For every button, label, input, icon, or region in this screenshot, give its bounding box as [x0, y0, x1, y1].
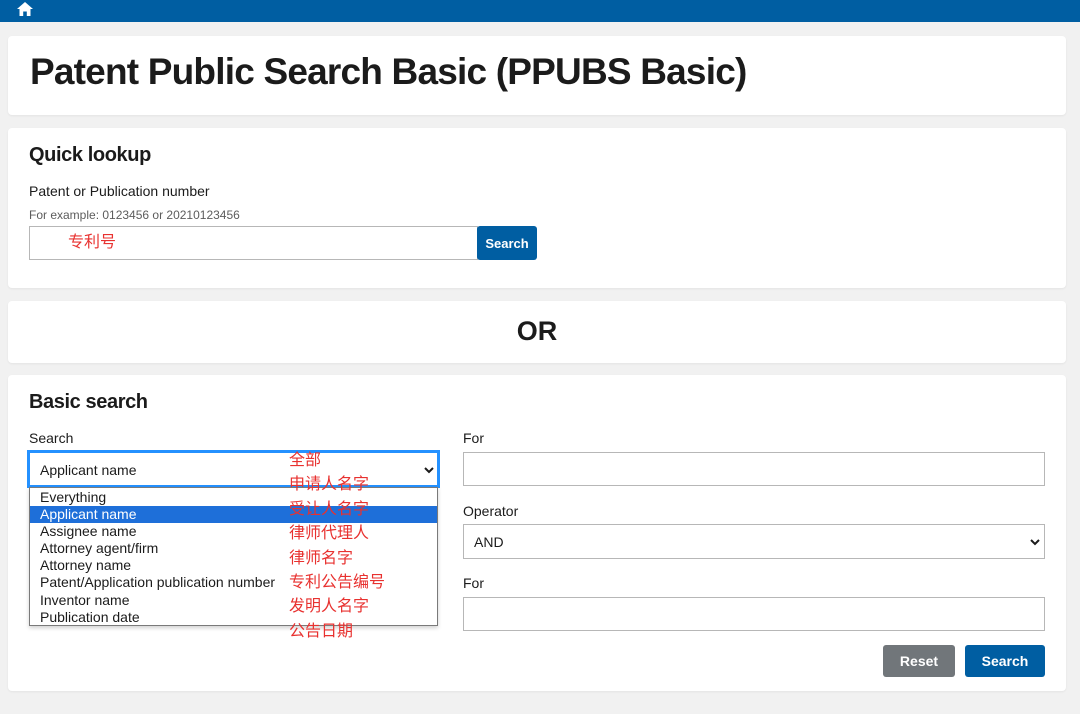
home-icon[interactable] — [17, 2, 33, 16]
annotation-attorney-agent-firm: 律师代理人 — [289, 525, 370, 543]
for-input-2[interactable] — [463, 597, 1045, 631]
quick-lookup-card: Quick lookup Patent or Publication numbe… — [8, 128, 1066, 288]
operator-value: AND — [474, 534, 504, 550]
title-card: Patent Public Search Basic (PPUBS Basic) — [8, 36, 1066, 115]
or-divider-text: OR — [516, 316, 558, 346]
operator-select[interactable]: AND — [463, 524, 1045, 559]
operator-label: Operator — [463, 503, 519, 519]
chevron-down-icon — [1030, 539, 1040, 546]
annotation-attorney-name: 律师名字 — [289, 549, 354, 567]
option-annotations: 全部 申请人名字 受让人名字 律师代理人 律师名字 专利公告编号 发明人名字 公… — [289, 449, 385, 644]
basic-search-button[interactable]: Search — [965, 645, 1045, 677]
patent-number-label: Patent or Publication number — [29, 183, 210, 199]
chevron-down-icon — [424, 467, 434, 474]
page-title: Patent Public Search Basic (PPUBS Basic) — [30, 51, 747, 92]
annotation-assignee-name: 受让人名字 — [289, 500, 370, 518]
patent-number-example: For example: 0123456 or 20210123456 — [29, 208, 240, 222]
for-label-1: For — [463, 430, 484, 446]
reset-button[interactable]: Reset — [883, 645, 955, 677]
basic-search-heading: Basic search — [29, 391, 148, 413]
quick-lookup-heading: Quick lookup — [29, 144, 151, 166]
for-label-2: For — [463, 575, 484, 591]
or-divider-card: OR — [8, 301, 1066, 363]
annotation-applicant-name: 申请人名字 — [289, 476, 370, 494]
search-field-value: Applicant name — [40, 462, 137, 478]
top-nav-bar — [0, 0, 1080, 22]
search-field-label: Search — [29, 430, 74, 446]
annotation-everything: 全部 — [289, 452, 322, 469]
annotation-publication-number: 专利公告编号 — [289, 574, 386, 592]
annotation-publication-date: 公告日期 — [289, 622, 354, 640]
for-input-1[interactable] — [463, 452, 1045, 486]
basic-search-card: Basic search Search Applicant name Every… — [8, 375, 1066, 691]
annotation-inventor-name: 发明人名字 — [289, 598, 370, 616]
quick-search-button[interactable]: Search — [477, 226, 537, 260]
patent-number-annotation: 专利号 — [68, 234, 117, 251]
